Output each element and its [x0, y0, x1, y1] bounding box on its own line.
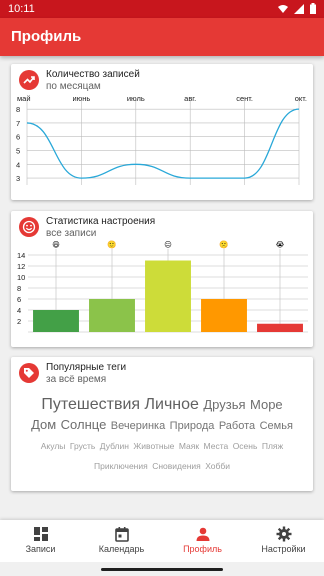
tag-item[interactable]: Дублин	[100, 441, 129, 451]
x-tick-label: сент.	[236, 94, 253, 103]
tag-icon	[19, 363, 39, 383]
entries-line-chart: май июнь июль авг. сент. окт. 3 4 5 6 7 8	[16, 94, 307, 185]
home-indicator[interactable]	[101, 568, 223, 571]
status-time: 10:11	[8, 3, 35, 15]
tag-row: Приключения Сновидения Хобби	[11, 455, 313, 475]
mood-emoji-label: 🙂	[107, 240, 116, 249]
mood-chart-card: Статистика настроения все записи 2 4 6 8 10 1…	[11, 211, 313, 347]
gear-icon	[276, 526, 291, 542]
tag-item[interactable]: Хобби	[205, 461, 230, 471]
status-icons	[278, 3, 316, 14]
nav-label: Записи	[25, 544, 56, 554]
nav-item-settings[interactable]: Настройки	[243, 520, 324, 562]
mood-bar-chart: 2 4 6 8 10 12 14 😄 🙂 😐 🙁 😭	[17, 240, 308, 333]
nav-item-calendar[interactable]: Календарь	[81, 520, 162, 562]
y-tick-label: 8	[17, 284, 21, 293]
y-tick-label: 3	[16, 174, 20, 183]
tag-item[interactable]: Семья	[260, 420, 293, 432]
tag-item[interactable]: Животные	[133, 441, 174, 451]
y-tick-label: 4	[17, 306, 21, 315]
calendar-icon	[114, 527, 129, 542]
tag-item[interactable]: Природа	[170, 420, 215, 432]
mood-bar	[145, 260, 191, 332]
tag-item[interactable]: Работа	[219, 420, 255, 432]
tag-item[interactable]: Дом	[31, 417, 56, 432]
tag-item[interactable]: Грусть	[70, 441, 95, 451]
gesture-bar	[0, 562, 324, 576]
y-tick-label: 14	[17, 251, 25, 260]
tag-row: Акулы Грусть Дублин Животные Маяк Места …	[11, 435, 313, 455]
dashboard-icon	[33, 527, 48, 541]
mood-bar	[201, 299, 247, 332]
y-tick-label: 5	[16, 147, 20, 156]
y-tick-label: 6	[16, 133, 20, 142]
tag-item[interactable]: Места	[204, 441, 229, 451]
entries-chart-card: Количество записей по месяцам май июнь июл…	[11, 64, 313, 200]
person-icon	[196, 527, 209, 541]
tag-item[interactable]: Путешествия	[41, 396, 140, 413]
y-tick-label: 2	[17, 317, 21, 326]
tag-item[interactable]: Солнце	[61, 417, 107, 432]
tag-item[interactable]: Море	[250, 397, 283, 412]
nav-item-profile[interactable]: Профиль	[162, 520, 243, 562]
wifi-icon	[278, 4, 288, 13]
y-tick-label: 6	[17, 295, 21, 304]
tag-item[interactable]: Друзья	[203, 397, 245, 412]
x-tick-label: июнь	[72, 94, 90, 103]
bottom-navigation: Записи Календарь Профиль Настройки	[0, 520, 324, 562]
nav-label: Календарь	[98, 544, 145, 554]
mood-bar	[89, 299, 135, 332]
mood-emoji-label: 🙁	[219, 240, 228, 249]
tag-item[interactable]: Маяк	[179, 441, 199, 451]
x-tick-label: авг.	[184, 94, 196, 103]
mood-bar	[257, 323, 303, 332]
tag-row: Путешествия Личное Друзья Море	[11, 395, 313, 415]
x-tick-label: июль	[127, 94, 145, 103]
signal-icon	[294, 3, 304, 14]
card-subtitle: за всё время	[46, 374, 107, 385]
mood-emoji-label: 😭	[276, 240, 285, 249]
y-tick-label: 10	[17, 273, 25, 282]
tags-card: Популярные теги за всё время Путешествия…	[11, 357, 313, 491]
entries-series-line	[26, 108, 300, 179]
y-tick-label: 4	[16, 160, 20, 169]
y-tick-label: 8	[16, 105, 20, 114]
tag-item[interactable]: Акулы	[41, 441, 66, 451]
tag-item[interactable]: Осень	[233, 441, 258, 451]
app-bar: Профиль	[0, 18, 324, 56]
battery-icon	[310, 3, 316, 14]
tag-item[interactable]: Вечеринка	[111, 420, 165, 432]
x-tick-label: окт.	[295, 94, 307, 103]
mood-emoji-label: 😐	[164, 240, 172, 249]
status-bar: 10:11	[0, 0, 324, 18]
y-tick-label: 7	[16, 119, 20, 128]
y-tick-label: 12	[17, 262, 25, 271]
mood-bar	[33, 310, 79, 332]
tag-item[interactable]: Пляж	[262, 441, 283, 451]
x-tick-label: май	[17, 94, 31, 103]
tag-item[interactable]: Личное	[145, 396, 199, 413]
tag-item[interactable]: Приключения	[94, 461, 148, 471]
tag-item[interactable]: Сновидения	[152, 461, 201, 471]
nav-label: Настройки	[261, 544, 306, 554]
tag-cloud: Путешествия Личное Друзья Море Дом Солнце…	[11, 395, 313, 475]
nav-label: Профиль	[183, 544, 222, 554]
mood-emoji-label: 😄	[52, 240, 60, 249]
card-title: Популярные теги	[46, 362, 127, 373]
tag-row: Дом Солнце Вечеринка Природа Работа Семь…	[11, 415, 313, 435]
nav-item-entries[interactable]: Записи	[0, 520, 81, 562]
page-title: Профиль	[11, 28, 82, 45]
